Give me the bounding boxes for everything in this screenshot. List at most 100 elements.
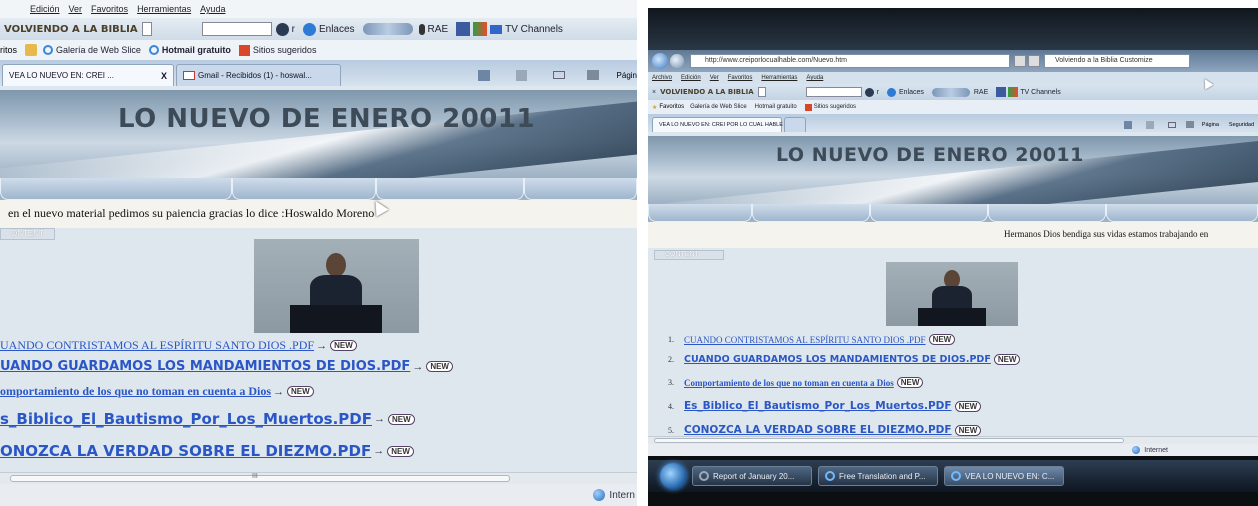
favoritos-label[interactable]: Favoritos — [659, 104, 684, 110]
pdf-link-5[interactable]: CONOZCA LA VERDAD SOBRE EL DIEZMO.PDF — [684, 424, 952, 436]
print-icon[interactable] — [1185, 121, 1194, 128]
site-toolbar-logo[interactable]: VOLVIENDO A LA BIBLIA — [4, 24, 138, 35]
enlaces-button[interactable]: Enlaces — [886, 87, 924, 97]
toolbar-dropdown[interactable] — [757, 87, 766, 97]
nav-button-2[interactable] — [232, 178, 376, 200]
hotmail-link[interactable]: Hotmail gratuito — [755, 104, 797, 110]
search-box[interactable]: Volviendo a la Biblia Customize — [1044, 54, 1190, 68]
start-button[interactable] — [660, 463, 686, 489]
people-icon[interactable] — [473, 22, 488, 36]
address-input[interactable]: http://www.creiporlocualhable.com/Nuevo.… — [690, 54, 1010, 68]
taskbar-item-translation[interactable]: Free Translation and P... — [818, 466, 938, 486]
tv-channels-button[interactable]: TV Channels — [1020, 89, 1060, 96]
enlaces-button[interactable]: Enlaces — [302, 22, 355, 36]
scrollbar-thumb[interactable] — [654, 438, 1124, 443]
mail-icon[interactable] — [552, 71, 565, 79]
hotmail-link[interactable]: Hotmail gratuito — [148, 45, 231, 55]
menu-favoritos[interactable]: Favoritos — [728, 75, 753, 81]
tab-gmail[interactable]: Gmail - Recibidos (1) - hoswal... — [176, 64, 341, 86]
go-button[interactable]: r — [864, 87, 879, 97]
menu-herramientas[interactable]: Herramientas — [137, 4, 191, 14]
podium — [290, 305, 382, 333]
web-slice-link[interactable]: Galería de Web Slice — [43, 45, 141, 55]
suggested-sites-link[interactable]: Sitios sugeridos — [804, 103, 856, 111]
tab-label: VEA LO NUEVO EN: CREI POR LO CUAL HABLE — [659, 122, 783, 128]
video-thumbnail[interactable] — [886, 262, 1018, 326]
window-title-area — [648, 8, 1258, 50]
new-tab-button[interactable] — [784, 117, 806, 132]
bookmark-buttons[interactable] — [362, 23, 413, 35]
search-input[interactable] — [805, 87, 862, 97]
rae-button[interactable]: RAE — [418, 23, 448, 35]
pdf-link-2[interactable]: UANDO GUARDAMOS LOS MANDAMIENTOS DE DIOS… — [0, 359, 410, 374]
horizontal-scrollbar[interactable] — [648, 436, 1258, 444]
forward-button[interactable] — [670, 54, 684, 68]
windows-taskbar: Report of January 20... Free Translation… — [648, 460, 1258, 492]
menu-ver[interactable]: Ver — [710, 75, 719, 81]
list-item: 3. Comportamiento de los que no toman en… — [668, 377, 924, 388]
add-favorite-icon[interactable] — [25, 44, 38, 56]
nav-button-1[interactable] — [648, 204, 752, 222]
home-icon[interactable] — [477, 69, 490, 81]
home-icon[interactable] — [1123, 120, 1132, 129]
print-icon[interactable] — [586, 70, 599, 80]
taskbar-item-report[interactable]: Report of January 20... — [692, 466, 812, 486]
menu-edicion[interactable]: Edición — [30, 4, 60, 14]
favorites-star-icon[interactable]: ★ — [652, 104, 657, 111]
pdf-link-2[interactable]: CUANDO GUARDAMOS LOS MANDAMIENTOS DE DIO… — [684, 354, 991, 365]
horizontal-scrollbar[interactable]: III — [0, 472, 637, 484]
web-slice-link[interactable]: Galería de Web Slice — [690, 104, 747, 110]
refresh-icon[interactable] — [1014, 55, 1026, 67]
nav-button-3[interactable] — [870, 204, 988, 222]
facebook-icon[interactable] — [996, 87, 1007, 97]
bookmark-buttons[interactable] — [931, 87, 970, 97]
taskbar-item-vea-lo-nuevo[interactable]: VEA LO NUEVO EN: C... — [944, 466, 1064, 486]
pdf-link-1[interactable]: CUANDO CONTRISTAMOS AL ESPÍRITU SANTO DI… — [684, 335, 926, 345]
suggested-sites-link[interactable]: Sitios sugeridos — [238, 44, 316, 56]
rss-icon[interactable] — [1145, 120, 1154, 129]
facebook-icon[interactable] — [456, 22, 471, 36]
site-toolbar-logo[interactable]: VOLVIENDO A LA BIBLIA — [660, 88, 754, 96]
menu-archivo[interactable]: Archivo — [652, 75, 672, 81]
go-icon — [864, 87, 874, 97]
people-icon[interactable] — [1008, 87, 1019, 97]
mail-icon[interactable] — [1167, 121, 1176, 128]
go-button[interactable]: r — [275, 22, 295, 36]
nav-button-4[interactable] — [524, 178, 637, 200]
close-tab-icon[interactable]: X — [161, 71, 167, 81]
security-menu[interactable]: Seguridad — [1229, 122, 1254, 128]
tab-vea-lo-nuevo[interactable]: VEA LO NUEVO EN: CREI POR LO CUAL HABLE — [652, 117, 783, 132]
nav-button-3[interactable] — [376, 178, 524, 200]
page-menu[interactable]: Págin — [617, 71, 637, 80]
rae-button[interactable]: RAE — [974, 89, 988, 96]
pdf-link-4[interactable]: Es_Biblico_El_Bautismo_Por_Los_Muertos.P… — [684, 400, 952, 412]
page-menu[interactable]: Página — [1202, 122, 1219, 128]
pdf-link-3[interactable]: omportamiento de los que no toman en cue… — [0, 384, 271, 399]
close-toolbar-icon[interactable]: × — [652, 89, 656, 96]
nav-button-1[interactable] — [0, 178, 232, 200]
pdf-link-1[interactable]: UANDO CONTRISTAMOS AL ESPÍRITU SANTO DIO… — [0, 338, 314, 353]
menu-ayuda[interactable]: Ayuda — [806, 75, 823, 81]
stop-icon[interactable] — [1028, 55, 1040, 67]
tab-vea-lo-nuevo[interactable]: VEA LO NUEVO EN: CREI ... X — [2, 64, 174, 86]
favorites-bar: ritos Galería de Web Slice Hotmail gratu… — [0, 40, 637, 60]
pdf-link-3[interactable]: Comportamiento de los que no toman en cu… — [684, 378, 894, 388]
menu-edicion[interactable]: Edición — [681, 75, 701, 81]
nav-button-4[interactable] — [988, 204, 1106, 222]
pdf-link-5[interactable]: ONOZCA LA VERDAD SOBRE EL DIEZMO.PDF — [0, 442, 371, 460]
tv-channels-button[interactable]: TV Channels — [490, 24, 563, 35]
menu-favoritos[interactable]: Favoritos — [91, 4, 128, 14]
nav-button-5[interactable] — [1106, 204, 1258, 222]
rss-icon[interactable] — [515, 69, 527, 81]
nav-button-2[interactable] — [752, 204, 870, 222]
search-input[interactable] — [201, 22, 272, 36]
menu-herramientas[interactable]: Herramientas — [761, 75, 797, 81]
toolbar-dropdown[interactable] — [141, 22, 152, 36]
back-button[interactable] — [652, 53, 668, 69]
scrollbar-thumb[interactable] — [10, 475, 510, 482]
pdf-link-4[interactable]: s_Biblico_El_Bautismo_Por_Los_Muertos.PD… — [0, 410, 372, 428]
menu-ayuda[interactable]: Ayuda — [200, 4, 225, 14]
video-thumbnail[interactable] — [254, 239, 419, 333]
menu-ver[interactable]: Ver — [69, 4, 83, 14]
favoritos-label[interactable]: ritos — [0, 45, 17, 55]
